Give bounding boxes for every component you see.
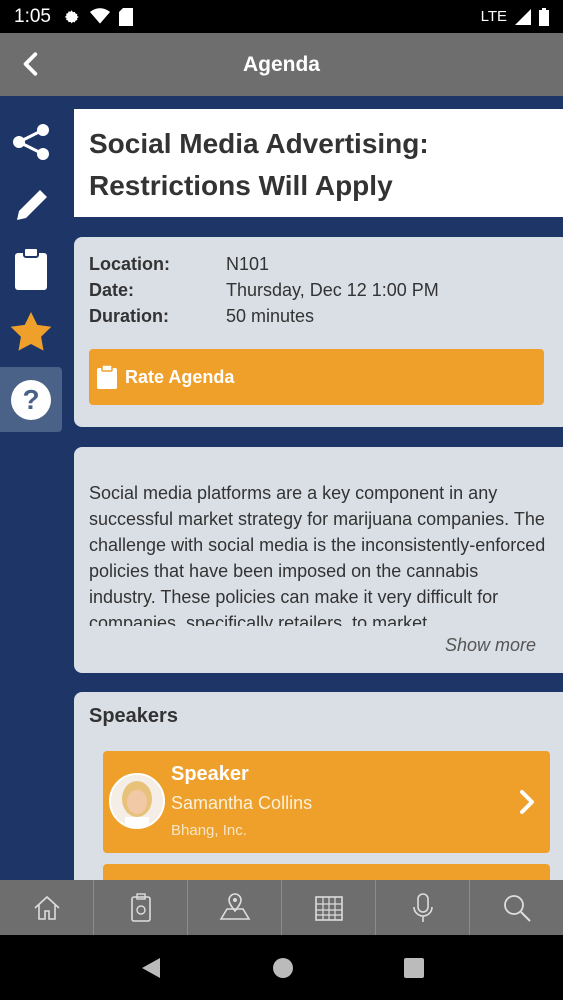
app-bar: Agenda [0,33,563,96]
search-icon [503,894,531,922]
signal-icon [515,8,531,25]
help-icon: ? [11,379,51,420]
home-circle-icon[interactable] [272,957,294,979]
tab-schedule[interactable] [282,880,376,935]
status-bar: 1:05 LTE [0,0,563,33]
clipboard-icon [97,365,117,389]
network-type: LTE [480,8,507,25]
bottom-tab-bar [0,880,563,935]
back-triangle-icon[interactable] [140,957,162,979]
help-button[interactable]: ? [0,367,62,432]
microphone-icon [412,892,433,922]
favorite-button[interactable] [0,301,62,363]
date-value: Thursday, Dec 12 1:00 PM [226,280,439,300]
speaker-item-partial[interactable] [103,864,550,880]
back-arrow-icon[interactable] [18,51,44,77]
duration-value: 50 minutes [226,306,315,326]
settings-gear-icon [64,9,79,23]
session-info-card: Location: N101 Date: Thursday, Dec 12 1:… [74,237,563,427]
battery-icon [539,7,549,26]
speaker-item[interactable]: Speaker Samantha Collins Bhang, Inc. [103,751,550,853]
speaker-role: Speaker [171,763,249,785]
calendar-icon [314,895,343,921]
clipboard-icon [15,248,47,290]
speakers-card: Speakers Speaker Samantha Collins Bhang,… [74,692,563,880]
location-value: N101 [226,254,270,274]
system-nav-bar [0,935,563,1000]
app-bar-title: Agenda [242,52,320,76]
session-title: Social Media Advertising: Restrictions W… [89,123,548,207]
survey-button[interactable] [0,238,62,300]
share-button[interactable] [0,111,62,173]
side-rail: ? [0,108,62,433]
tab-search[interactable] [470,880,563,935]
description-card: Social media platforms are a key compone… [74,447,563,673]
duration-label: Duration: [89,306,169,326]
status-time: 1:05 [14,5,51,27]
pencil-icon [17,190,47,220]
tab-speakers[interactable] [376,880,470,935]
recents-square-icon[interactable] [403,957,424,978]
sd-card-icon [118,7,133,26]
duration-row: Duration: 50 minutes [89,303,548,329]
speaker-company: Bhang, Inc. [171,822,247,839]
content-area[interactable]: Social Media Advertising: Restrictions W… [74,96,563,880]
speakers-heading: Speakers [89,705,178,727]
tab-home[interactable] [0,880,94,935]
badge-icon [130,892,151,922]
share-icon [13,124,49,160]
session-title-line-1: Social Media Advertising: [89,128,429,159]
svg-text:?: ? [22,384,39,415]
speaker-avatar [109,773,165,829]
notes-button[interactable] [0,175,62,237]
session-title-line-2: Restrictions Will Apply [89,170,393,201]
tab-map[interactable] [188,880,282,935]
show-more-link[interactable]: Show more [445,635,536,656]
session-title-card: Social Media Advertising: Restrictions W… [74,109,563,217]
rate-agenda-label: Rate Agenda [125,366,235,387]
rate-agenda-button[interactable]: Rate Agenda [89,349,544,405]
map-icon [219,892,250,920]
location-row: Location: N101 [89,251,548,277]
date-label: Date: [89,280,135,300]
session-description: Social media platforms are a key compone… [89,483,546,626]
location-label: Location: [89,254,170,274]
star-icon [10,312,52,351]
speaker-name: Samantha Collins [171,793,313,813]
home-icon [33,895,60,920]
wifi-icon [89,7,110,24]
chevron-right-icon [520,790,534,814]
tab-badge[interactable] [94,880,188,935]
date-row: Date: Thursday, Dec 12 1:00 PM [89,277,548,303]
